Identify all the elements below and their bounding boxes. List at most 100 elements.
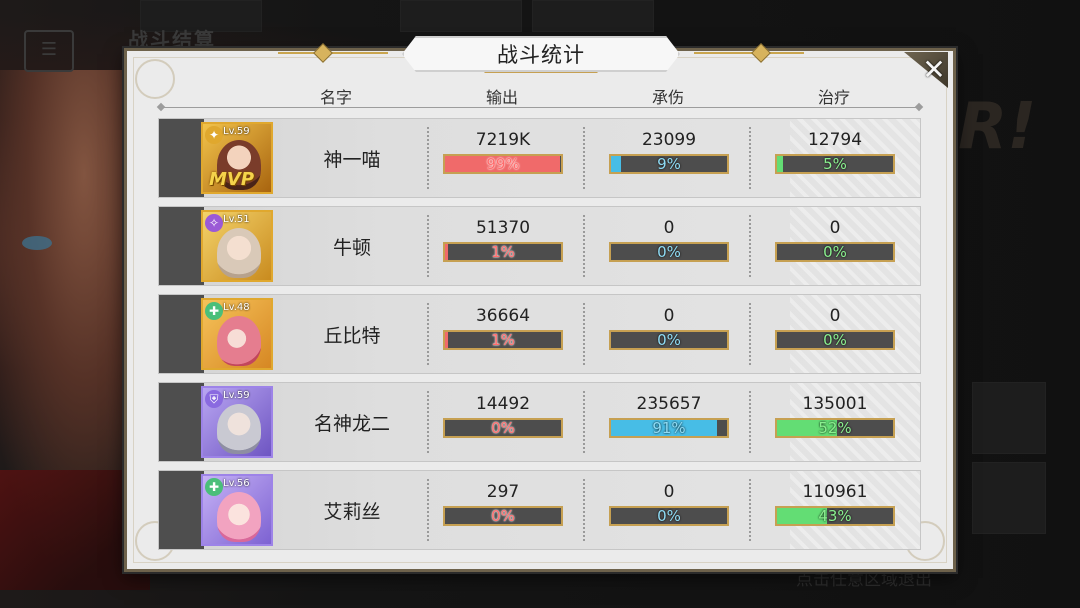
output-bar: 99% bbox=[443, 154, 563, 174]
tank-percent: 0% bbox=[657, 507, 681, 525]
heal-bar: 5% bbox=[775, 154, 895, 174]
column-divider bbox=[427, 391, 429, 453]
table-row: ✚ Lv.56 艾莉丝 297 0% 0 0% 110961 43% bbox=[158, 470, 921, 550]
heal-percent: 43% bbox=[818, 507, 852, 525]
tank-bar: 0% bbox=[609, 242, 729, 262]
column-divider bbox=[583, 215, 585, 277]
heal-value: 12794 bbox=[807, 130, 863, 150]
tank-bar: 0% bbox=[609, 506, 729, 526]
column-divider bbox=[749, 391, 751, 453]
heal-stat: 0 0% bbox=[773, 305, 897, 350]
tank-value: 23099 bbox=[641, 130, 697, 150]
heal-percent: 0% bbox=[823, 243, 847, 261]
character-level: Lv.59 bbox=[223, 390, 250, 401]
column-divider bbox=[749, 215, 751, 277]
character-avatar[interactable]: ✦ Lv.59 MVP bbox=[201, 122, 273, 194]
output-bar: 1% bbox=[443, 330, 563, 350]
background-tile bbox=[972, 462, 1046, 534]
output-bar: 0% bbox=[443, 506, 563, 526]
banner-ornament-line bbox=[694, 52, 804, 54]
column-divider bbox=[583, 391, 585, 453]
magic-role-icon: ✧ bbox=[205, 214, 223, 232]
defense-role-icon: ⛨ bbox=[205, 390, 223, 408]
output-stat: 36664 1% bbox=[441, 305, 565, 350]
tank-stat: 235657 91% bbox=[607, 393, 731, 438]
heal-percent: 5% bbox=[823, 155, 847, 173]
background-character-eye bbox=[22, 236, 52, 250]
row-left-accent bbox=[159, 295, 204, 373]
row-left-accent bbox=[159, 119, 204, 197]
heal-bar: 0% bbox=[775, 330, 895, 350]
heal-percent: 0% bbox=[823, 331, 847, 349]
column-divider bbox=[749, 479, 751, 541]
output-stat: 297 0% bbox=[441, 481, 565, 526]
column-divider bbox=[427, 479, 429, 541]
character-name: 牛顿 bbox=[332, 236, 371, 259]
output-stat: 7219K 99% bbox=[441, 129, 565, 174]
heal-value: 0 bbox=[829, 218, 841, 238]
output-percent: 1% bbox=[491, 243, 515, 261]
header-heal: 治疗 bbox=[817, 88, 851, 107]
column-divider bbox=[749, 127, 751, 189]
heal-bar: 52% bbox=[775, 418, 895, 438]
heal-bar: 43% bbox=[775, 506, 895, 526]
column-divider bbox=[427, 215, 429, 277]
column-divider bbox=[427, 303, 429, 365]
tank-bar: 0% bbox=[609, 330, 729, 350]
table-row: ✦ Lv.59 MVP 神一喵 7219K 99% 23099 9% 12794 bbox=[158, 118, 921, 198]
header-divider bbox=[160, 107, 920, 108]
mvp-badge: MVP bbox=[209, 169, 255, 190]
character-avatar[interactable]: ✚ Lv.56 bbox=[201, 474, 273, 546]
character-level: Lv.51 bbox=[223, 214, 250, 225]
heal-stat: 110961 43% bbox=[773, 481, 897, 526]
header-output: 输出 bbox=[485, 88, 519, 107]
heal-stat: 12794 5% bbox=[773, 129, 897, 174]
heal-stat: 135001 52% bbox=[773, 393, 897, 438]
tank-value: 0 bbox=[663, 482, 675, 502]
character-portrait bbox=[217, 492, 261, 542]
banner-diamond-icon bbox=[751, 43, 771, 63]
banner-diamond-icon bbox=[313, 43, 333, 63]
row-left-accent bbox=[159, 383, 204, 461]
tank-bar: 91% bbox=[609, 418, 729, 438]
character-avatar[interactable]: ✚ Lv.48 bbox=[201, 298, 273, 370]
output-percent: 0% bbox=[491, 419, 515, 437]
menu-icon[interactable]: ☰ bbox=[24, 30, 74, 72]
column-divider bbox=[749, 303, 751, 365]
character-level: Lv.56 bbox=[223, 478, 250, 489]
header-name: 名字 bbox=[319, 88, 353, 107]
character-level: Lv.59 bbox=[223, 126, 250, 137]
background-tile bbox=[972, 382, 1046, 454]
output-value: 297 bbox=[486, 482, 520, 502]
output-value: 14492 bbox=[475, 394, 531, 414]
column-divider bbox=[583, 479, 585, 541]
character-name: 名神龙二 bbox=[313, 412, 390, 435]
tank-percent: 0% bbox=[657, 243, 681, 261]
tank-percent: 9% bbox=[657, 155, 681, 173]
tank-stat: 23099 9% bbox=[607, 129, 731, 174]
output-value: 51370 bbox=[475, 218, 531, 238]
heal-stat: 0 0% bbox=[773, 217, 897, 262]
heal-value: 110961 bbox=[802, 482, 868, 502]
tank-stat: 0 0% bbox=[607, 217, 731, 262]
character-avatar[interactable]: ✧ Lv.51 bbox=[201, 210, 273, 282]
table-row: ✚ Lv.48 丘比特 36664 1% 0 0% 0 0% bbox=[158, 294, 921, 374]
output-stat: 51370 1% bbox=[441, 217, 565, 262]
output-percent: 99% bbox=[486, 155, 520, 173]
character-level: Lv.48 bbox=[223, 302, 250, 313]
healer-role-icon: ✚ bbox=[205, 478, 223, 496]
healer-role-icon: ✚ bbox=[205, 302, 223, 320]
character-portrait bbox=[217, 316, 261, 366]
panel-title: 战斗统计 bbox=[402, 36, 680, 72]
close-icon[interactable]: ✕ bbox=[916, 54, 952, 86]
table-row: ⛨ Lv.59 名神龙二 14492 0% 235657 91% 135001 bbox=[158, 382, 921, 462]
output-bar: 1% bbox=[443, 242, 563, 262]
column-divider bbox=[583, 303, 585, 365]
character-portrait bbox=[217, 228, 261, 278]
output-value: 7219K bbox=[475, 130, 531, 150]
character-portrait bbox=[217, 404, 261, 454]
tank-stat: 0 0% bbox=[607, 305, 731, 350]
character-avatar[interactable]: ⛨ Lv.59 bbox=[201, 386, 273, 458]
character-name: 神一喵 bbox=[323, 148, 381, 171]
output-percent: 1% bbox=[491, 331, 515, 349]
